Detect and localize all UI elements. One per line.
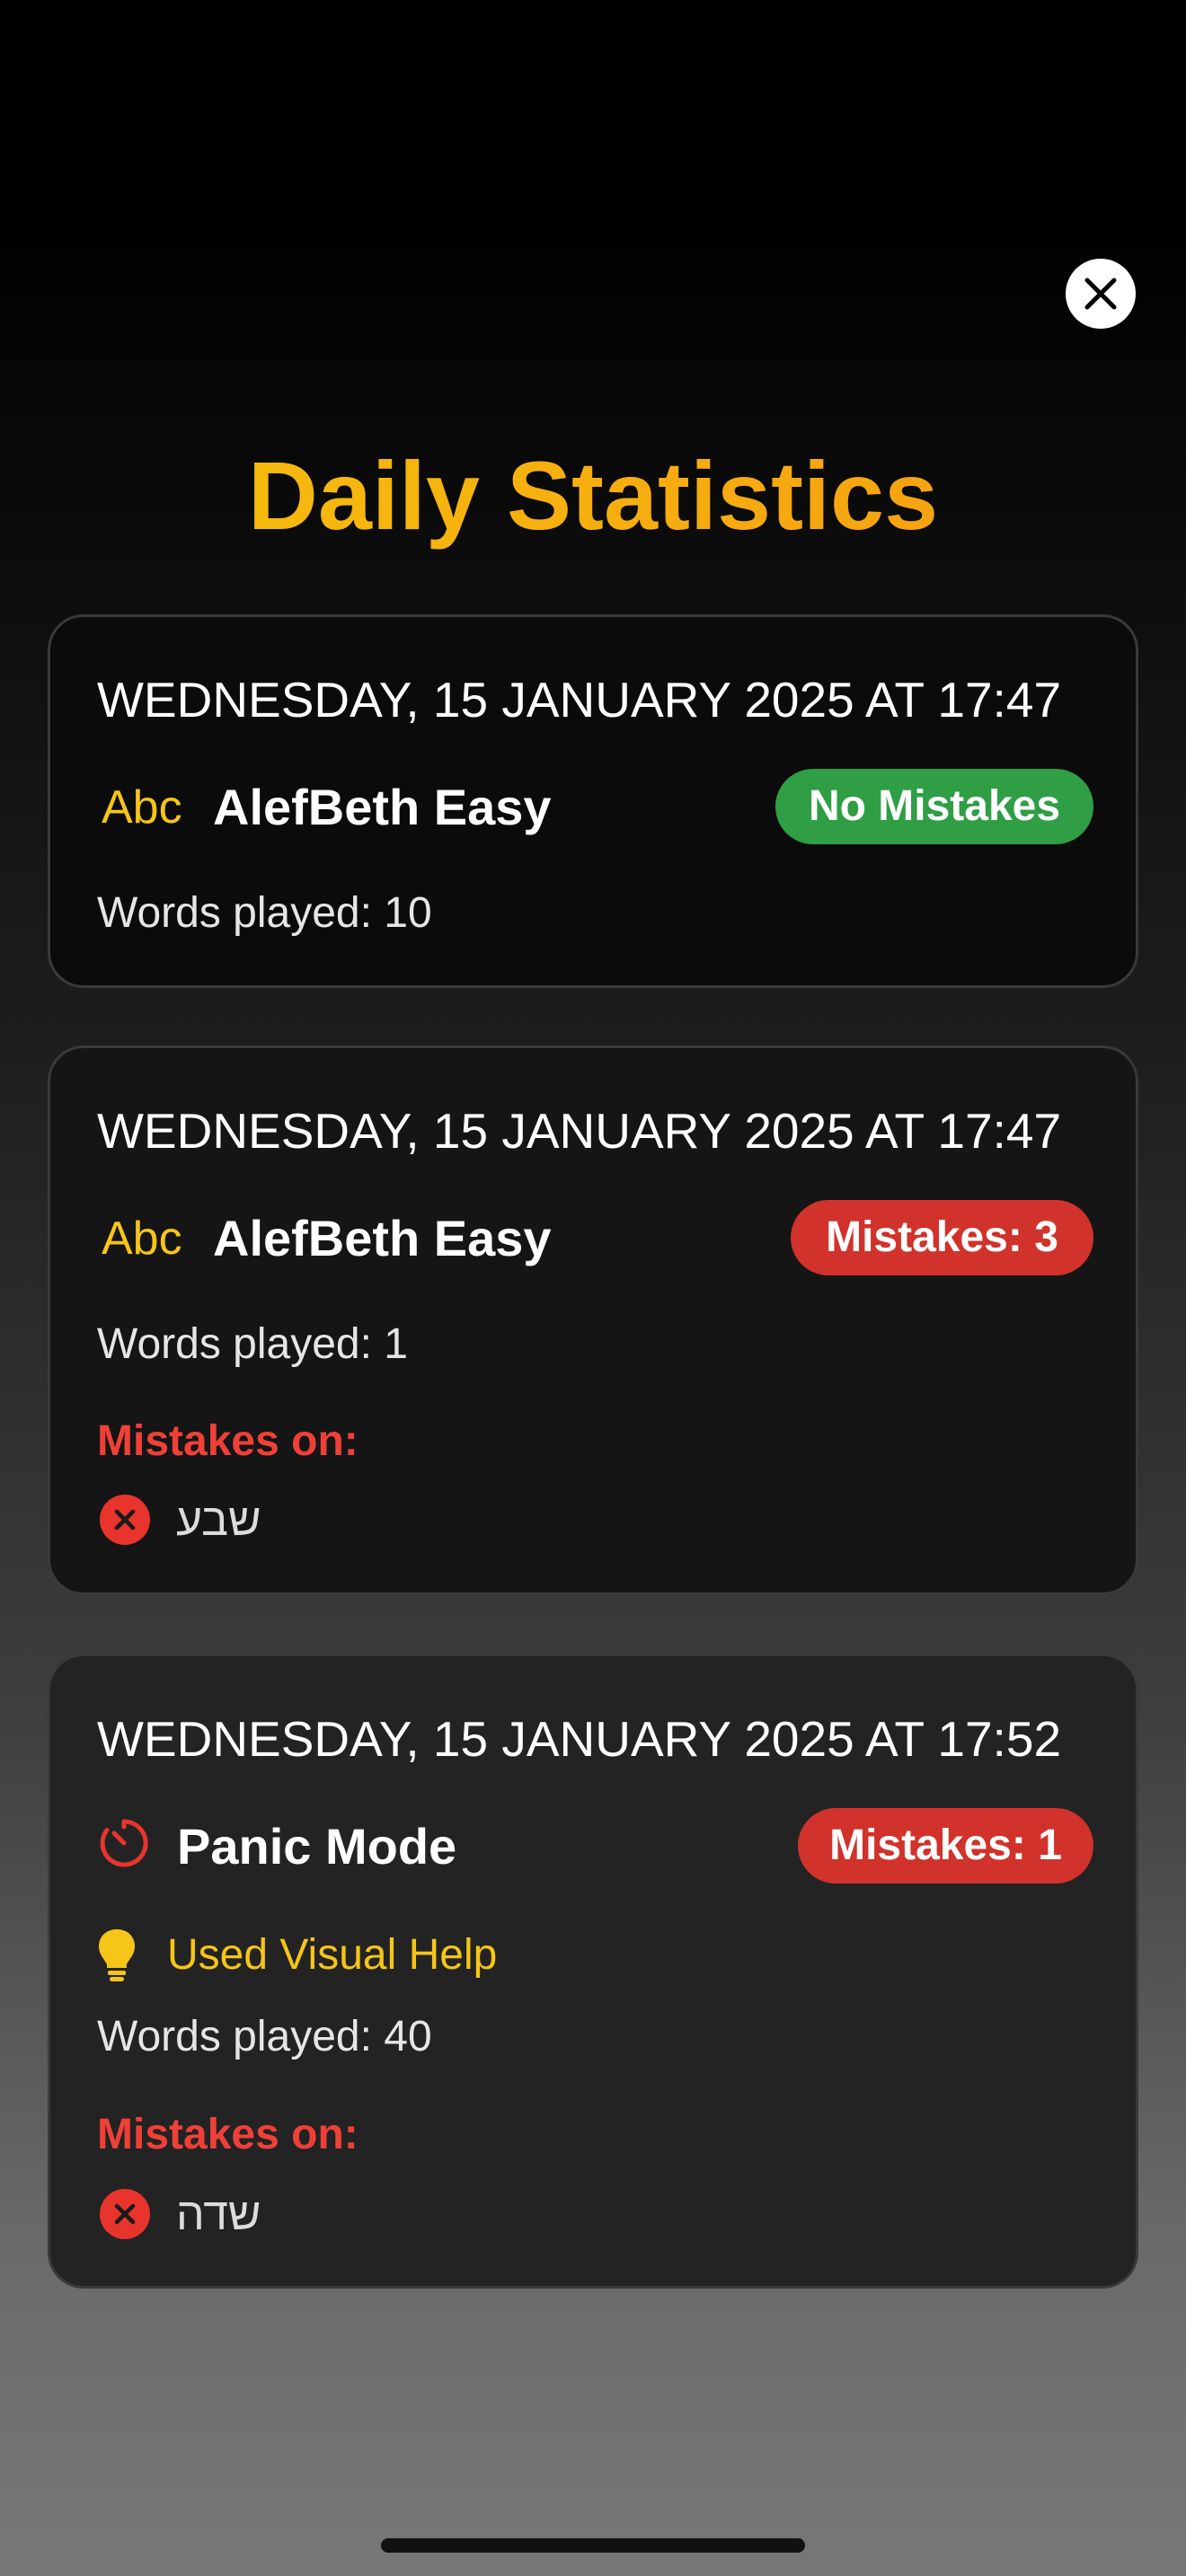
timer-icon [100, 1819, 148, 1867]
status-badge: No Mistakes [775, 769, 1093, 844]
game-mode-name: AlefBeth Easy [213, 779, 552, 835]
status-badge: Mistakes: 3 [791, 1200, 1093, 1275]
mistake-word: שבע [176, 1495, 261, 1545]
status-badge: Mistakes: 1 [798, 1808, 1093, 1883]
words-played: Words played: 10 [97, 889, 432, 937]
lightbulb-icon [99, 1929, 135, 1981]
close-button[interactable] [1066, 259, 1136, 329]
x-circle-icon [100, 1495, 150, 1545]
mistakes-label: Mistakes on: [97, 1417, 358, 1465]
abc-icon: Abc [102, 781, 182, 834]
words-played: Words played: 40 [97, 2013, 432, 2060]
game-mode-name: AlefBeth Easy [213, 1210, 552, 1266]
close-icon [1084, 278, 1117, 310]
game-mode-name: Panic Mode [177, 1818, 457, 1875]
mistake-word: שדה [176, 2189, 261, 2239]
page-title: Daily Statistics [0, 442, 1186, 550]
abc-icon: Abc [102, 1213, 182, 1265]
mistakes-label: Mistakes on: [97, 2111, 358, 2158]
visual-help-label: Used Visual Help [167, 1931, 498, 1979]
session-date: WEDNESDAY, 15 JANUARY 2025 AT 17:47 [97, 1103, 1062, 1159]
session-card: WEDNESDAY, 15 JANUARY 2025 AT 17:47 Abc … [48, 1045, 1138, 1595]
x-circle-icon [100, 2189, 150, 2239]
session-card: WEDNESDAY, 15 JANUARY 2025 AT 17:52 Pani… [48, 1654, 1138, 2289]
session-card: WEDNESDAY, 15 JANUARY 2025 AT 17:47 Abc … [48, 614, 1138, 988]
session-date: WEDNESDAY, 15 JANUARY 2025 AT 17:52 [97, 1711, 1062, 1767]
words-played: Words played: 1 [97, 1320, 408, 1368]
home-indicator[interactable] [381, 2538, 805, 2553]
session-date: WEDNESDAY, 15 JANUARY 2025 AT 17:47 [97, 672, 1062, 728]
